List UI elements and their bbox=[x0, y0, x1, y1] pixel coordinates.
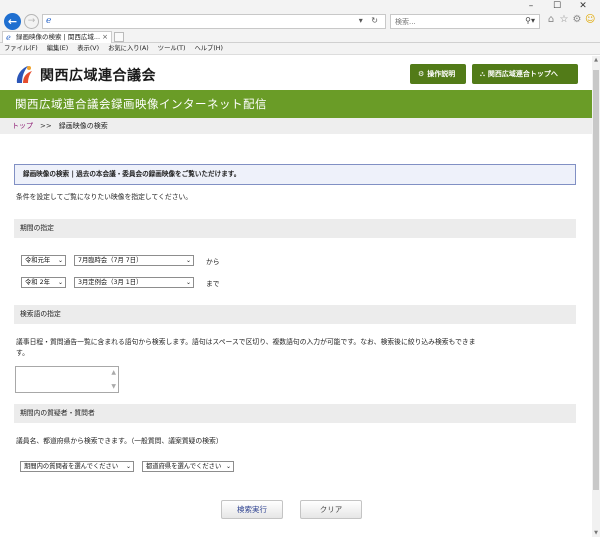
manual-button-label: 操作説明 bbox=[427, 70, 456, 78]
toolbar-icons: ⌂ ☆ ⚙ ☺ bbox=[546, 14, 596, 25]
chevron-down-icon: ⌄ bbox=[57, 279, 63, 286]
search-submit-button[interactable]: 検索実行 bbox=[221, 500, 283, 519]
scroll-down-icon[interactable]: ▼ bbox=[111, 383, 116, 390]
new-tab-button[interactable] bbox=[114, 32, 124, 42]
from-era-select[interactable]: 令和元年 ⌄ bbox=[21, 255, 66, 266]
scrollbar-thumb[interactable] bbox=[593, 70, 599, 490]
prefecture-select[interactable]: 都道府県を選んでください ⌄ bbox=[142, 461, 234, 472]
menu-help[interactable]: ヘルプ(H) bbox=[194, 43, 223, 54]
menu-edit[interactable]: 編集(E) bbox=[47, 43, 69, 54]
breadcrumb: トップ >> 録画映像の検索 bbox=[0, 118, 592, 134]
menu-favorites[interactable]: お気に入り(A) bbox=[108, 43, 149, 54]
menu-view[interactable]: 表示(V) bbox=[77, 43, 99, 54]
chevron-down-icon: ⌄ bbox=[57, 257, 63, 264]
browser-tab-active[interactable]: ℯ 録画映像の検索 | 関西広域... × bbox=[2, 31, 112, 43]
menu-tools[interactable]: ツール(T) bbox=[158, 43, 186, 54]
home-icon[interactable]: ⌂ bbox=[546, 14, 556, 25]
address-bar[interactable]: ℯ ▾ ↻ bbox=[42, 14, 386, 29]
close-button[interactable]: ✕ bbox=[570, 0, 596, 12]
chevron-down-icon: ⌄ bbox=[185, 257, 191, 264]
page-title: 関西広域連合議会録画映像インターネット配信 bbox=[15, 97, 267, 111]
feedback-smiley-icon[interactable]: ☺ bbox=[585, 14, 595, 25]
keyword-textarea[interactable]: ▲ ▼ bbox=[15, 366, 119, 393]
chevron-down-icon: ⌄ bbox=[185, 279, 191, 286]
to-era-select[interactable]: 令和 2年 ⌄ bbox=[21, 277, 66, 288]
manual-button[interactable]: ⚙ 操作説明 bbox=[410, 64, 466, 84]
breadcrumb-current: 録画映像の検索 bbox=[58, 122, 108, 130]
search-icon[interactable]: ⚲▾ bbox=[525, 16, 535, 25]
window-controls: – ☐ ✕ bbox=[518, 0, 596, 12]
minimize-button[interactable]: – bbox=[518, 0, 544, 12]
kansai-top-button[interactable]: ⛬ 関西広域連合トップへ bbox=[472, 64, 578, 84]
keyword-description-line1: 議事日程・質問通告一覧に含まれる語句から検索します。語句はスペースで区切り、複数… bbox=[16, 338, 476, 346]
clear-button[interactable]: クリア bbox=[300, 500, 362, 519]
page-banner: 関西広域連合議会録画映像インターネット配信 bbox=[0, 90, 592, 118]
period-heading: 期間の指定 bbox=[14, 219, 576, 238]
to-session-select[interactable]: 3月定例会（3月 1日） ⌄ bbox=[74, 277, 194, 288]
forward-arrow-icon[interactable]: → bbox=[24, 14, 39, 29]
speaker-heading: 期間内の質疑者・質問者 bbox=[14, 404, 576, 423]
scroll-up-arrow-icon[interactable]: ▲ bbox=[592, 57, 600, 63]
building-icon: ⛬ bbox=[480, 70, 485, 78]
browser-search-box[interactable]: ⚲▾ bbox=[390, 14, 540, 29]
keyword-heading: 検索語の指定 bbox=[14, 305, 576, 324]
site-header: 関西広域連合議会 ⚙ 操作説明 ⛬ 関西広域連合トップへ bbox=[0, 56, 592, 90]
speaker-select[interactable]: 期間内の質問者を選んでください ⌄ bbox=[20, 461, 134, 472]
keyword-description-line2: す。 bbox=[16, 349, 29, 357]
kansai-top-button-label: 関西広域連合トップへ bbox=[487, 70, 558, 78]
menu-bar: ファイル(F) 編集(E) 表示(V) お気に入り(A) ツール(T) ヘルプ(… bbox=[0, 43, 600, 55]
back-arrow-icon[interactable]: ← bbox=[4, 13, 21, 30]
prefecture-select-value: 都道府県を選んでください bbox=[146, 463, 222, 470]
refresh-icon[interactable]: ▾ ↻ bbox=[359, 16, 381, 25]
from-era-value: 令和元年 bbox=[25, 257, 51, 264]
favorites-star-icon[interactable]: ☆ bbox=[559, 14, 569, 25]
menu-file[interactable]: ファイル(F) bbox=[4, 43, 38, 54]
to-session-value: 3月定例会（3月 1日） bbox=[78, 279, 143, 286]
speaker-select-value: 期間内の質問者を選んでください bbox=[24, 463, 119, 470]
to-era-value: 令和 2年 bbox=[25, 279, 50, 286]
scroll-down-arrow-icon[interactable]: ▼ bbox=[592, 530, 600, 536]
to-suffix: まで bbox=[206, 280, 220, 288]
browser-toolbar: – ☐ ✕ ← → ℯ ▾ ↻ ⚲▾ ⌂ ☆ ⚙ ☺ bbox=[0, 0, 600, 30]
browser-search-input[interactable] bbox=[391, 15, 501, 28]
speaker-description: 議員名、都道府県から検索できます。（一般質問、議案質疑の検索） bbox=[16, 437, 223, 445]
breadcrumb-home-link[interactable]: トップ bbox=[12, 122, 33, 130]
tab-title: 録画映像の検索 | 関西広域... bbox=[16, 33, 101, 41]
maximize-button[interactable]: ☐ bbox=[544, 0, 570, 12]
tab-close-icon[interactable]: × bbox=[102, 32, 108, 43]
scroll-up-icon[interactable]: ▲ bbox=[111, 369, 116, 376]
gear-icon: ⚙ bbox=[418, 70, 425, 78]
breadcrumb-separator: >> bbox=[40, 122, 52, 130]
chevron-down-icon: ⌄ bbox=[125, 463, 131, 470]
tab-favicon-icon: ℯ bbox=[6, 33, 11, 42]
site-name[interactable]: 関西広域連合議会 bbox=[40, 65, 156, 85]
from-session-select[interactable]: 7月臨時会（7月 7日） ⌄ bbox=[74, 255, 194, 266]
site-favicon-icon: ℯ bbox=[46, 16, 52, 26]
from-session-value: 7月臨時会（7月 7日） bbox=[78, 257, 143, 264]
from-suffix: から bbox=[206, 258, 220, 266]
tab-strip: ℯ 録画映像の検索 | 関西広域... × bbox=[0, 30, 600, 43]
settings-gear-icon[interactable]: ⚙ bbox=[572, 14, 582, 25]
page-scrollbar[interactable]: ▲ ▼ bbox=[592, 56, 600, 537]
instruction-text: 条件を設定してご覧になりたい映像を指定してください。 bbox=[16, 193, 193, 201]
chevron-down-icon: ⌄ bbox=[225, 463, 231, 470]
info-box: 録画映像の検索 | 過去の本会議・委員会の録画映像をご覧いただけます。 bbox=[14, 164, 576, 185]
kansai-logo-icon[interactable] bbox=[13, 64, 35, 86]
